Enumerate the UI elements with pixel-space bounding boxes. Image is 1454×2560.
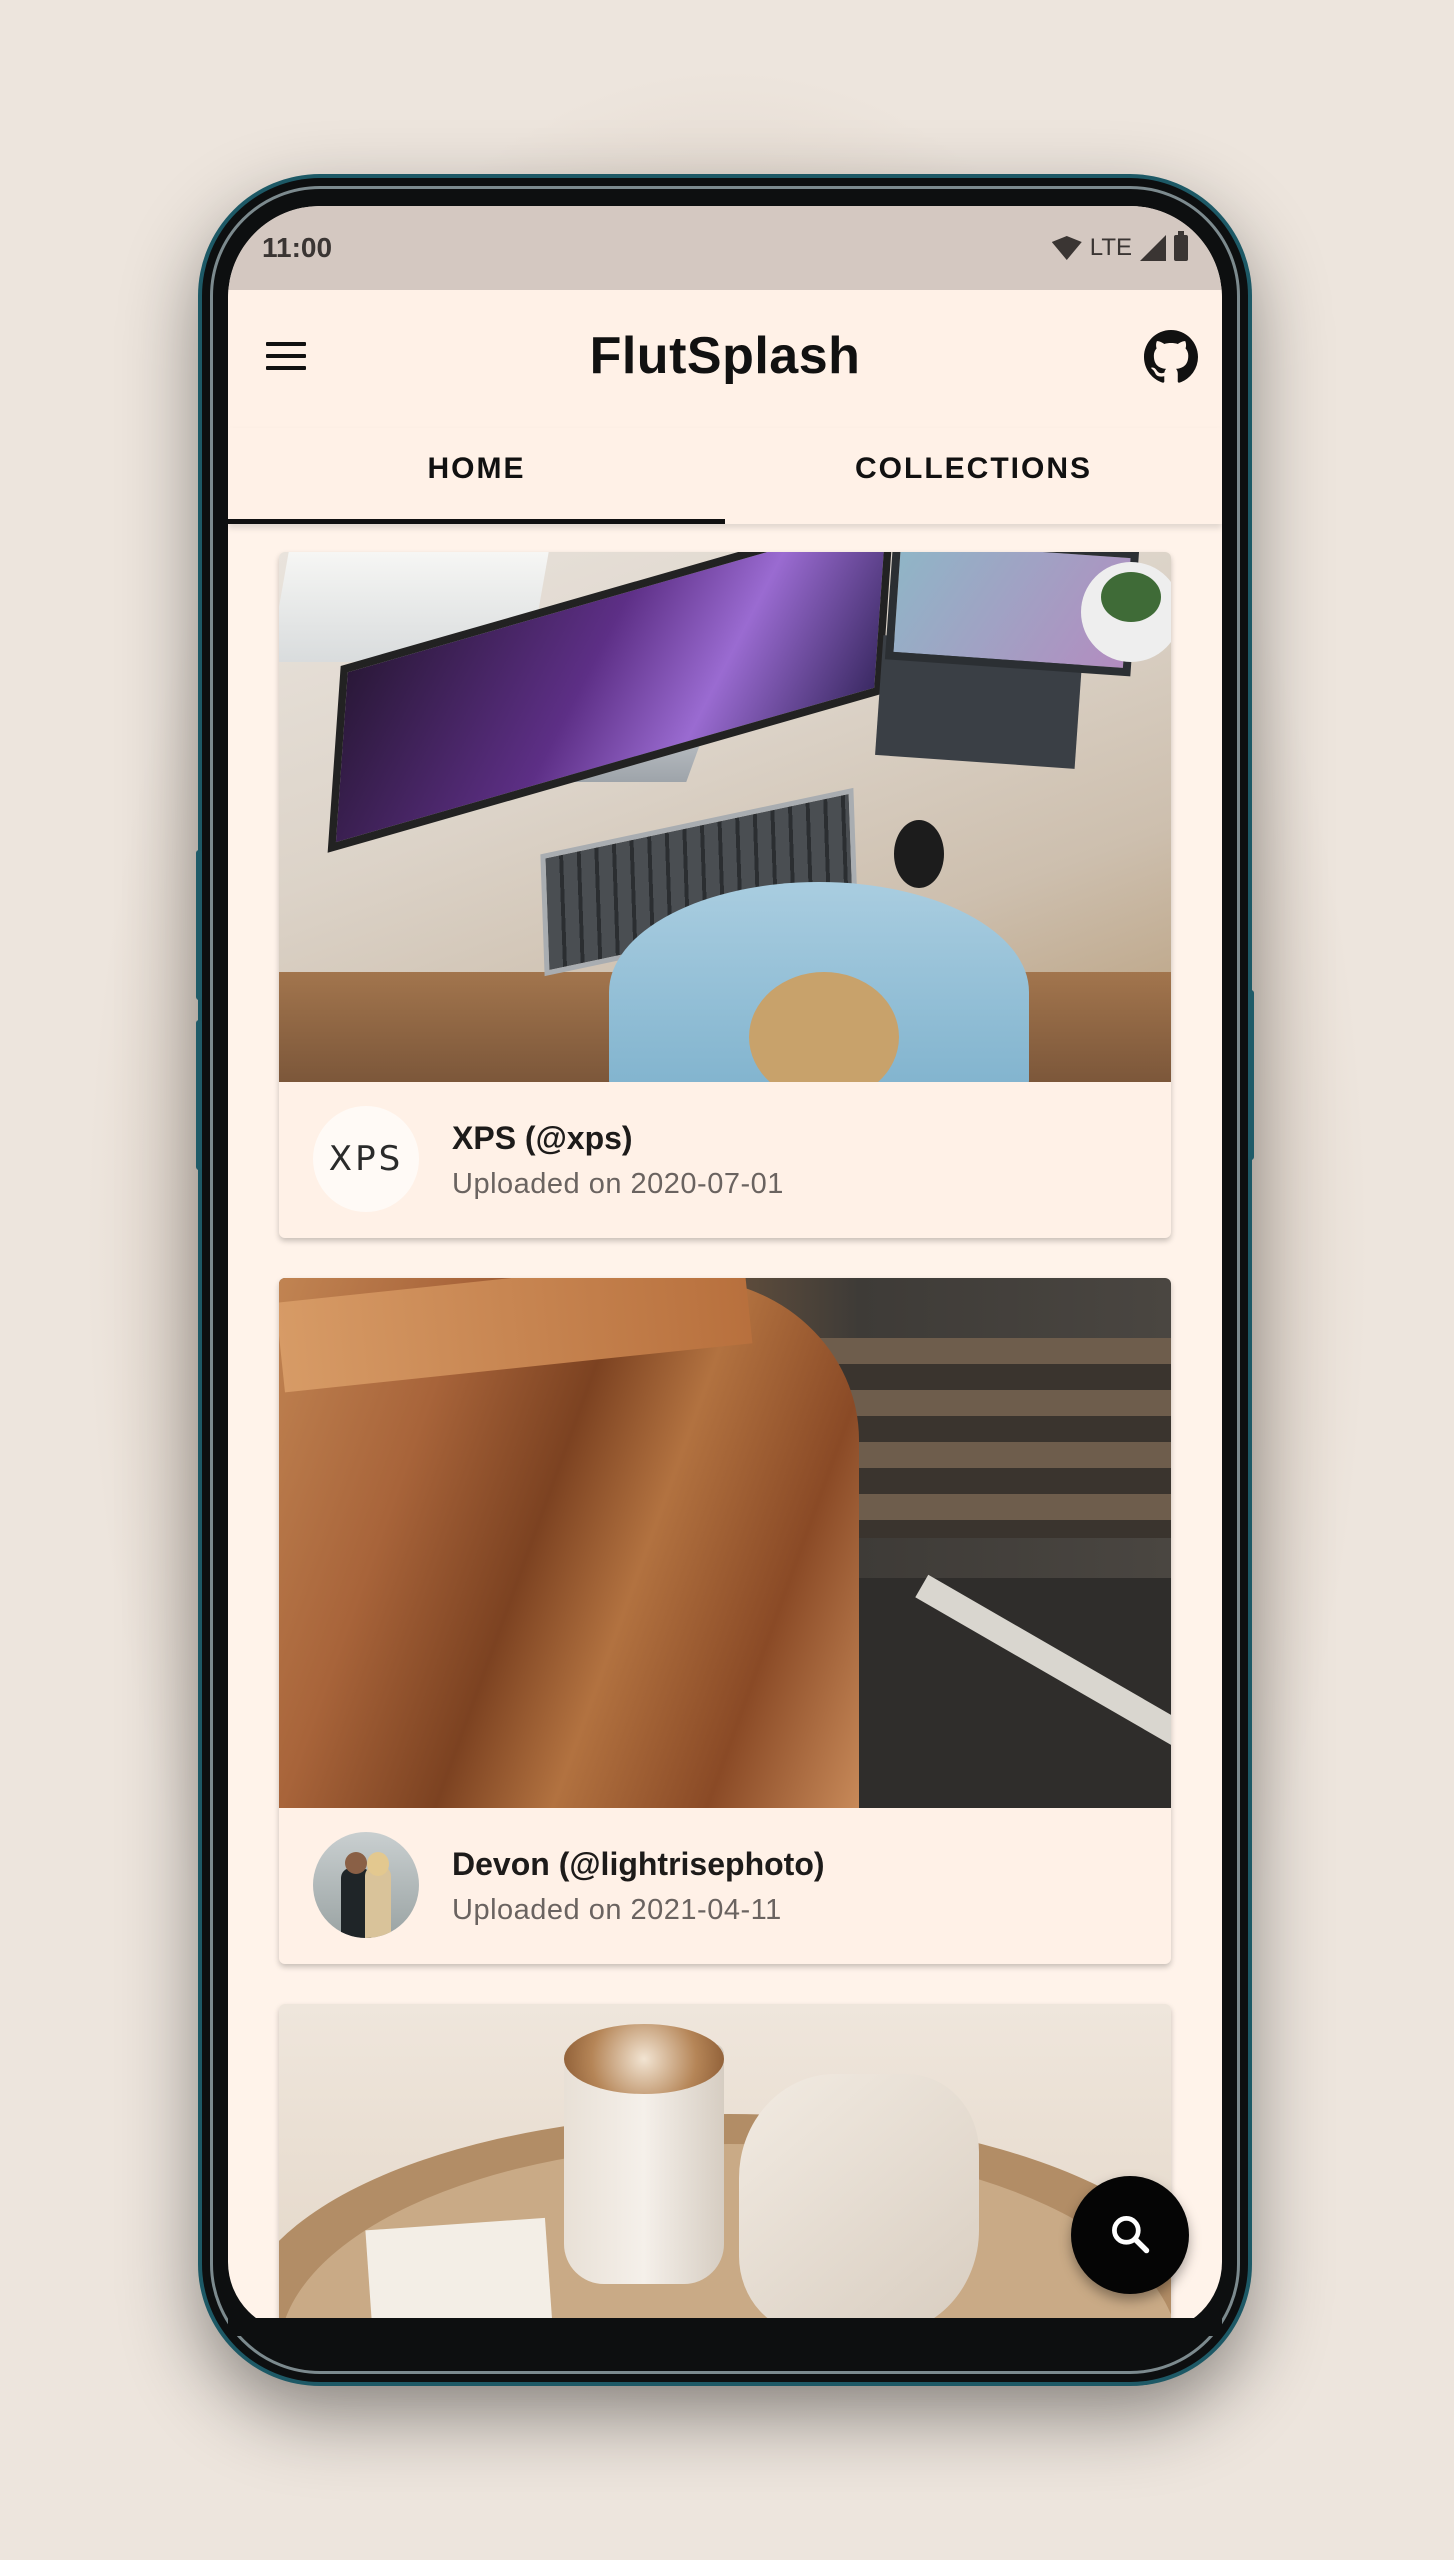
status-icons: LTE [1052,231,1188,262]
tab-collections[interactable]: COLLECTIONS [725,428,1222,524]
photo-image-coat[interactable] [279,1278,1171,1808]
photo-image-desk[interactable] [279,552,1171,1082]
upload-date: Uploaded on 2020-07-01 [452,1168,784,1200]
upload-date: Uploaded on 2021-04-11 [452,1894,782,1926]
cell-signal-icon [1140,235,1166,261]
app-title: FlutSplash [589,327,861,385]
tab-bar: HOME COLLECTIONS [228,428,1222,524]
app-bar: FlutSplash [228,290,1222,428]
network-type-label: LTE [1089,234,1132,261]
photo-card-footer: Devon (@lightrisephoto) Uploaded on 2021… [279,1808,1171,1964]
photo-card[interactable] [279,2004,1171,2332]
photo-card-footer: XPS XPS (@xps) Uploaded on 2020-07-01 [279,1082,1171,1238]
photo-feed[interactable]: XPS XPS (@xps) Uploaded on 2020-07-01 De… [228,524,1222,2332]
status-time: 11:00 [262,232,333,263]
photo-card[interactable]: XPS XPS (@xps) Uploaded on 2020-07-01 [279,552,1171,1238]
avatar-logo-text: XPS [328,1139,404,1179]
search-fab-button[interactable] [1071,2176,1189,2294]
github-icon[interactable] [1144,330,1198,384]
tab-home[interactable]: HOME [228,428,725,524]
avatar[interactable] [313,1832,419,1938]
phone-bottom-bezel [228,2318,1222,2336]
photo-card[interactable]: Devon (@lightrisephoto) Uploaded on 2021… [279,1278,1171,1964]
search-icon [1112,2216,1150,2254]
battery-icon [1174,231,1188,261]
author-name[interactable]: XPS (@xps) [452,1120,633,1157]
phone-side-button [196,850,202,1000]
photo-image-coffee[interactable] [279,2004,1171,2332]
author-name[interactable]: Devon (@lightrisephoto) [452,1846,825,1883]
app-screen: 11:00 LTE FlutSplash HOME COLLECTIONS XP… [228,206,1222,2332]
avatar[interactable]: XPS [313,1106,419,1212]
wifi-icon [1052,236,1082,260]
status-bar: 11:00 LTE [228,206,1222,290]
phone-side-button [196,1020,202,1170]
phone-power-button [1248,990,1254,1160]
